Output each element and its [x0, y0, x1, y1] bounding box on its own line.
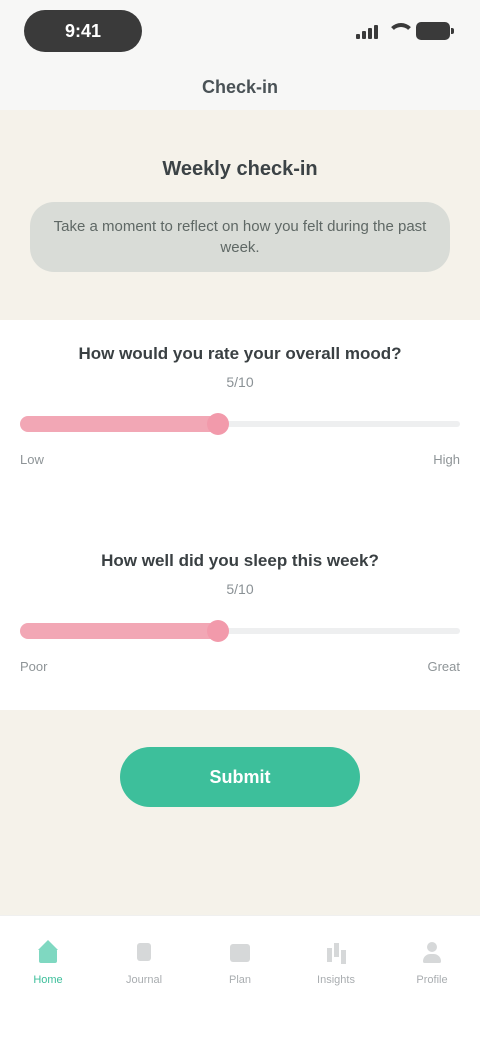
slider-fill [20, 416, 218, 432]
slider-min-label: Poor [20, 659, 48, 674]
intro-description: Take a moment to reflect on how you felt… [30, 202, 450, 272]
tab-label: Insights [317, 974, 355, 986]
action-area: Submit [0, 710, 480, 915]
slider-min-label: Low [20, 452, 44, 467]
journal-icon [132, 940, 156, 964]
signal-icon [356, 23, 378, 39]
tab-label: Journal [125, 974, 163, 986]
tab-insights[interactable]: Insights [288, 916, 384, 1040]
intro-title: Weekly check-in [162, 158, 318, 180]
question-value: 5/10 [226, 374, 254, 390]
question-text: How would you rate your overall mood? [78, 344, 402, 363]
question-text: How well did you sleep this week? [101, 551, 379, 570]
page-title: Check-in [201, 76, 279, 97]
sleep-slider[interactable] [20, 620, 460, 642]
intro-section: Weekly check-in Take a moment to reflect… [0, 110, 480, 320]
chart-icon [324, 940, 348, 964]
tab-label: Profile [416, 974, 448, 986]
slider-max-label: Great [427, 659, 460, 674]
slider-thumb[interactable] [207, 620, 229, 642]
tab-plan[interactable]: Plan [192, 916, 288, 1040]
nav-header: Check-in [0, 64, 480, 110]
tab-profile[interactable]: Profile [384, 916, 480, 1040]
question-value: 5/10 [226, 581, 254, 597]
wifi-icon [386, 23, 415, 39]
battery-icon [416, 22, 454, 40]
tab-journal[interactable]: Journal [96, 916, 192, 1040]
status-time: 9:41 [24, 10, 142, 52]
status-icons [356, 18, 454, 44]
user-icon [420, 940, 444, 964]
submit-button[interactable]: Submit [120, 747, 360, 807]
tab-home[interactable]: Home [0, 916, 96, 1040]
slider-max-label: High [433, 452, 460, 467]
slider-thumb[interactable] [207, 413, 229, 435]
tab-label: Home [33, 974, 63, 986]
tab-label: Plan [228, 974, 252, 986]
mood-slider[interactable] [20, 413, 460, 435]
calendar-icon [228, 940, 252, 964]
survey-content: How would you rate your overall mood? 5/… [0, 320, 480, 710]
status-bar: 9:41 [0, 0, 480, 64]
home-icon [36, 940, 60, 964]
slider-fill [20, 623, 218, 639]
tab-bar: Home Journal Plan Insights Profile [0, 915, 480, 1040]
